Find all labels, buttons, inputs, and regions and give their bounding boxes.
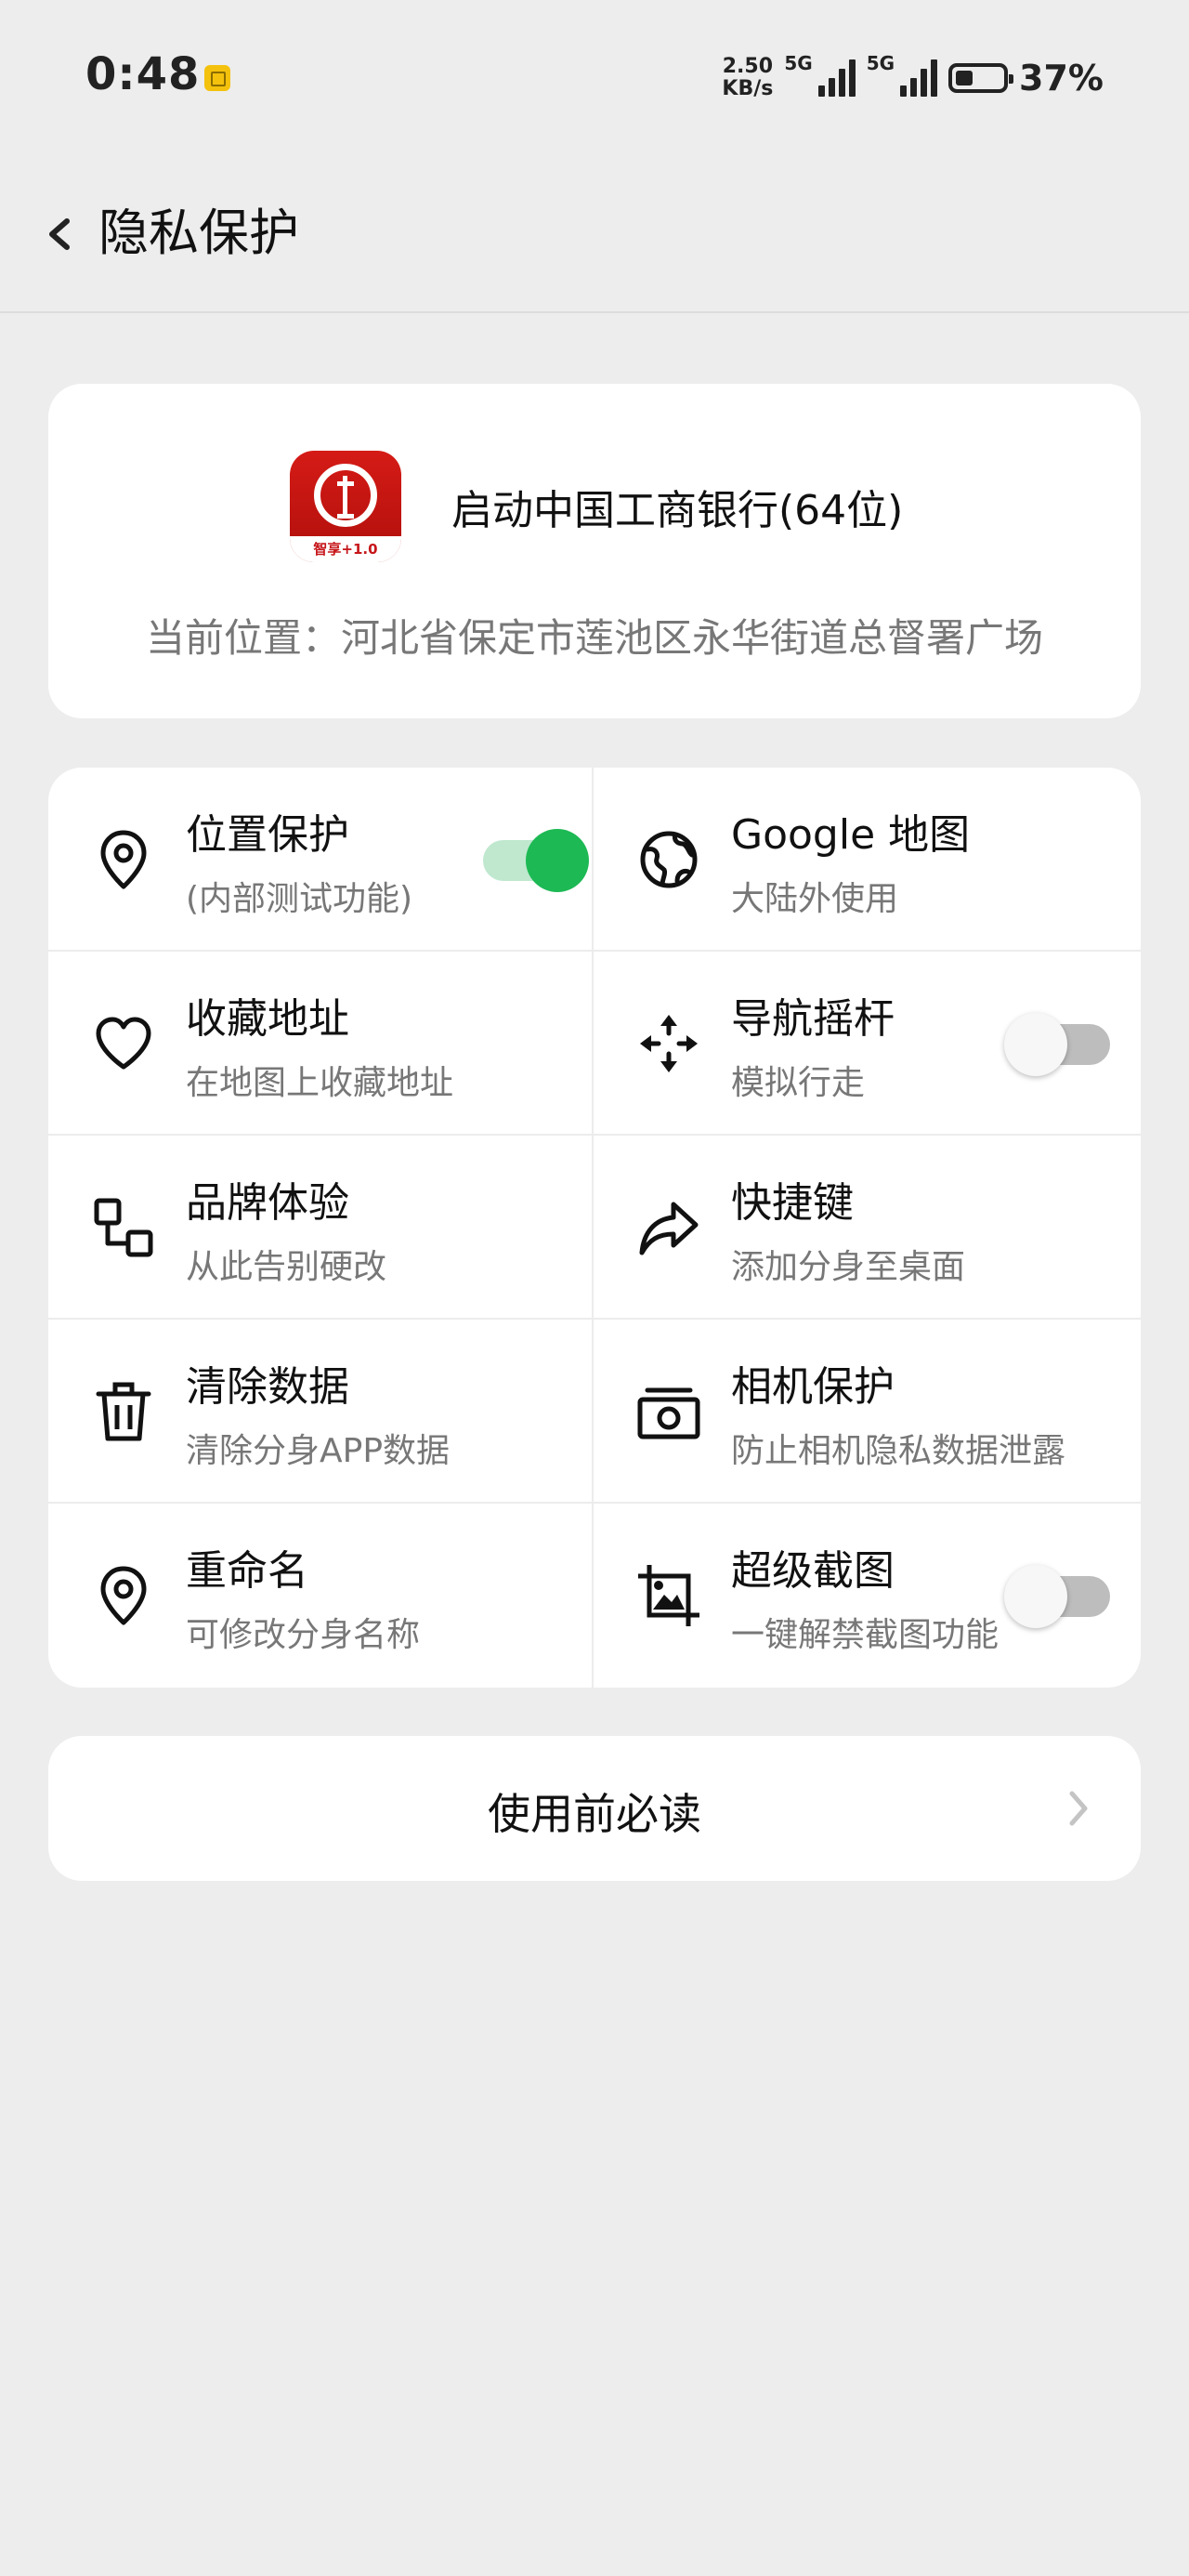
feature-subtitle: (内部测试功能) xyxy=(186,880,413,918)
feature-subtitle: 清除分身APP数据 xyxy=(186,1432,451,1470)
page-header: 隐私保护 xyxy=(0,158,1189,313)
feature-title: 超级截图 xyxy=(731,1547,895,1595)
feature-rename[interactable]: 重命名 可修改分身名称 xyxy=(48,1504,594,1688)
feature-title: 导航摇杆 xyxy=(731,995,895,1043)
page-title: 隐私保护 xyxy=(98,204,299,262)
feature-title: 重命名 xyxy=(186,1547,308,1595)
chevron-right-icon xyxy=(1069,1791,1088,1826)
super-screenshot-toggle[interactable] xyxy=(1004,1565,1110,1628)
battery-percent: 37% xyxy=(1019,58,1104,99)
feature-subtitle: 在地图上收藏地址 xyxy=(186,1064,454,1102)
brand-squares-icon xyxy=(89,1193,158,1262)
feature-google-map[interactable]: Google 地图 大陆外使用 xyxy=(594,768,1141,952)
signal-bars-icon xyxy=(900,59,938,97)
crop-image-icon xyxy=(634,1561,703,1630)
feature-title: 位置保护 xyxy=(186,811,349,859)
network-type-1: 5G xyxy=(784,52,813,74)
feature-title: 收藏地址 xyxy=(186,995,349,1043)
app-icon-caption: 智享+1.0 xyxy=(290,536,401,562)
location-pin-icon xyxy=(89,825,158,894)
app-name: 启动中国工商银行(64位) xyxy=(451,487,904,534)
status-bar: 0:48 2.50 KB/s 5G 5G 37% xyxy=(0,0,1189,158)
share-arrow-icon xyxy=(634,1193,703,1262)
chevron-left-icon xyxy=(49,218,70,250)
feature-favorite-address[interactable]: 收藏地址 在地图上收藏地址 xyxy=(48,952,594,1136)
app-icon: 智享+1.0 xyxy=(290,451,401,562)
current-location: 当前位置：河北省保定市莲池区永华街道总督署广场 xyxy=(145,615,1043,661)
feature-grid-card: 位置保护 (内部测试功能) Google 地图 大陆外使用 收藏地址 在地图上收… xyxy=(48,768,1141,1688)
feature-super-screenshot[interactable]: 超级截图 一键解禁截图功能 xyxy=(594,1504,1141,1688)
icbc-logo-icon xyxy=(314,464,377,527)
feature-subtitle: 一键解禁截图功能 xyxy=(731,1616,1000,1654)
must-read-label: 使用前必读 xyxy=(488,1789,701,1839)
feature-brand-experience[interactable]: 品牌体验 从此告别硬改 xyxy=(48,1136,594,1320)
feature-title: 相机保护 xyxy=(731,1363,895,1411)
feature-title: Google 地图 xyxy=(731,811,971,859)
feature-subtitle: 模拟行走 xyxy=(731,1064,866,1102)
feature-subtitle: 防止相机隐私数据泄露 xyxy=(731,1432,1066,1470)
trash-icon xyxy=(89,1377,158,1446)
feature-title: 品牌体验 xyxy=(186,1179,349,1227)
feature-title: 快捷键 xyxy=(731,1179,854,1227)
must-read-button[interactable]: 使用前必读 xyxy=(48,1736,1141,1881)
globe-icon xyxy=(634,825,703,894)
feature-navigation-joystick[interactable]: 导航摇杆 模拟行走 xyxy=(594,952,1141,1136)
heart-icon xyxy=(89,1009,158,1078)
move-arrows-icon xyxy=(634,1009,703,1078)
notification-icon xyxy=(204,65,230,91)
status-right-group: 2.50 KB/s 5G 5G 37% xyxy=(722,52,1104,104)
network-speed-value: 2.50 xyxy=(722,55,773,78)
status-time: 0:48 xyxy=(85,48,201,100)
camera-icon xyxy=(634,1377,703,1446)
feature-subtitle: 可修改分身名称 xyxy=(186,1616,421,1654)
back-button[interactable] xyxy=(37,195,84,273)
feature-subtitle: 从此告别硬改 xyxy=(186,1248,387,1286)
signal-bars-icon xyxy=(817,59,856,97)
battery-icon xyxy=(948,63,1014,93)
feature-camera-protection[interactable]: 相机保护 防止相机隐私数据泄露 xyxy=(594,1320,1141,1504)
battery-level-fill xyxy=(956,71,973,85)
feature-subtitle: 大陆外使用 xyxy=(731,880,899,918)
app-info-card: 智享+1.0 启动中国工商银行(64位) 当前位置：河北省保定市莲池区永华街道总… xyxy=(48,384,1141,718)
toggle-knob xyxy=(1004,1013,1067,1076)
feature-clear-data[interactable]: 清除数据 清除分身APP数据 xyxy=(48,1320,594,1504)
feature-shortcut[interactable]: 快捷键 添加分身至桌面 xyxy=(594,1136,1141,1320)
toggle-knob xyxy=(1004,1565,1067,1628)
feature-subtitle: 添加分身至桌面 xyxy=(731,1248,966,1286)
network-speed-unit: KB/s xyxy=(722,77,774,100)
network-type-2: 5G xyxy=(866,52,895,74)
network-speed: 2.50 KB/s xyxy=(722,56,773,100)
navigation-joystick-toggle[interactable] xyxy=(1004,1013,1110,1076)
feature-location-protection[interactable]: 位置保护 (内部测试功能) xyxy=(48,768,594,952)
toggle-knob xyxy=(526,829,589,892)
feature-title: 清除数据 xyxy=(186,1363,349,1411)
location-protection-toggle[interactable] xyxy=(483,829,589,892)
location-pin-icon xyxy=(89,1561,158,1630)
feature-grid: 位置保护 (内部测试功能) Google 地图 大陆外使用 收藏地址 在地图上收… xyxy=(48,768,1141,1688)
